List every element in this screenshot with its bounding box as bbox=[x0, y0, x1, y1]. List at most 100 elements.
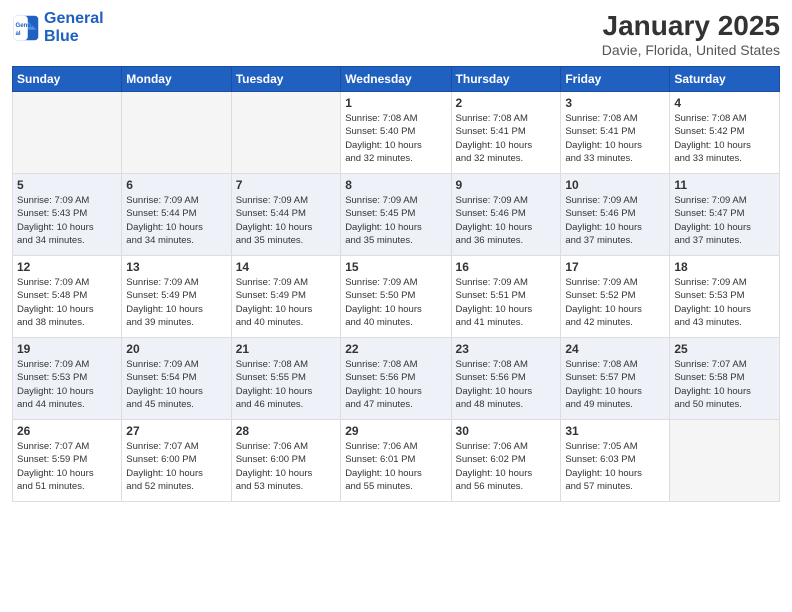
calendar-cell: 17 Sunrise: 7:09 AM Sunset: 5:52 PM Dayli… bbox=[561, 256, 670, 338]
day-number: 28 bbox=[236, 424, 337, 438]
svg-text:al: al bbox=[16, 30, 21, 37]
col-thursday: Thursday bbox=[451, 67, 561, 92]
calendar-cell: 14 Sunrise: 7:09 AM Sunset: 5:49 PM Dayli… bbox=[231, 256, 341, 338]
calendar-cell: 6Sunrise: 7:09 AM Sunset: 5:44 PM Daylig… bbox=[122, 174, 231, 256]
day-number: 20 bbox=[126, 342, 226, 356]
calendar-cell: 11Sunrise: 7:09 AM Sunset: 5:47 PM Dayli… bbox=[670, 174, 780, 256]
calendar-cell: 12 Sunrise: 7:09 AM Sunset: 5:48 PM Dayli… bbox=[13, 256, 122, 338]
day-number: 12 bbox=[17, 260, 117, 274]
calendar-cell: 15Sunrise: 7:09 AM Sunset: 5:50 PM Dayli… bbox=[341, 256, 451, 338]
day-number: 9 bbox=[456, 178, 557, 192]
day-info: Sunrise: 7:05 AM Sunset: 6:03 PM Dayligh… bbox=[565, 440, 665, 493]
calendar-cell: 5Sunrise: 7:09 AM Sunset: 5:43 PM Daylig… bbox=[13, 174, 122, 256]
day-number: 30 bbox=[456, 424, 557, 438]
day-number: 19 bbox=[17, 342, 117, 356]
day-info: Sunrise: 7:08 AM Sunset: 5:42 PM Dayligh… bbox=[674, 112, 775, 165]
calendar-cell: 20 Sunrise: 7:09 AM Sunset: 5:54 PM Dayli… bbox=[122, 338, 231, 420]
col-saturday: Saturday bbox=[670, 67, 780, 92]
calendar-cell: 27 Sunrise: 7:07 AM Sunset: 6:00 PM Dayli… bbox=[122, 420, 231, 502]
day-number: 7 bbox=[236, 178, 337, 192]
day-info: Sunrise: 7:09 AM Sunset: 5:43 PM Dayligh… bbox=[17, 194, 117, 247]
day-number: 27 bbox=[126, 424, 226, 438]
calendar-cell: 7 Sunrise: 7:09 AM Sunset: 5:44 PM Daylig… bbox=[231, 174, 341, 256]
day-number: 3 bbox=[565, 96, 665, 110]
calendar-week-1: 1Sunrise: 7:08 AM Sunset: 5:40 PM Daylig… bbox=[13, 92, 780, 174]
svg-text:Gener: Gener bbox=[16, 22, 34, 29]
day-info: Sunrise: 7:08 AM Sunset: 5:40 PM Dayligh… bbox=[345, 112, 446, 165]
day-number: 8 bbox=[345, 178, 446, 192]
col-wednesday: Wednesday bbox=[341, 67, 451, 92]
calendar-week-2: 5Sunrise: 7:09 AM Sunset: 5:43 PM Daylig… bbox=[13, 174, 780, 256]
day-number: 31 bbox=[565, 424, 665, 438]
calendar-cell: 10 Sunrise: 7:09 AM Sunset: 5:46 PM Dayli… bbox=[561, 174, 670, 256]
header: Gener al General Blue January 2025 Davie… bbox=[12, 10, 780, 58]
day-info: Sunrise: 7:09 AM Sunset: 5:53 PM Dayligh… bbox=[17, 358, 117, 411]
col-tuesday: Tuesday bbox=[231, 67, 341, 92]
day-info: Sunrise: 7:08 AM Sunset: 5:41 PM Dayligh… bbox=[565, 112, 665, 165]
logo-icon: Gener al bbox=[12, 14, 40, 42]
calendar-week-3: 12 Sunrise: 7:09 AM Sunset: 5:48 PM Dayli… bbox=[13, 256, 780, 338]
day-info: Sunrise: 7:09 AM Sunset: 5:50 PM Dayligh… bbox=[345, 276, 446, 329]
day-info: Sunrise: 7:09 AM Sunset: 5:46 PM Dayligh… bbox=[456, 194, 557, 247]
day-info: Sunrise: 7:08 AM Sunset: 5:41 PM Dayligh… bbox=[456, 112, 557, 165]
day-info: Sunrise: 7:09 AM Sunset: 5:54 PM Dayligh… bbox=[126, 358, 226, 411]
logo: Gener al General Blue bbox=[12, 10, 104, 45]
day-number: 2 bbox=[456, 96, 557, 110]
calendar-cell: 23Sunrise: 7:08 AM Sunset: 5:56 PM Dayli… bbox=[451, 338, 561, 420]
calendar-cell: 26 Sunrise: 7:07 AM Sunset: 5:59 PM Dayli… bbox=[13, 420, 122, 502]
day-info: Sunrise: 7:09 AM Sunset: 5:51 PM Dayligh… bbox=[456, 276, 557, 329]
day-info: Sunrise: 7:09 AM Sunset: 5:53 PM Dayligh… bbox=[674, 276, 775, 329]
day-info: Sunrise: 7:06 AM Sunset: 6:00 PM Dayligh… bbox=[236, 440, 337, 493]
col-monday: Monday bbox=[122, 67, 231, 92]
calendar-cell: 8 Sunrise: 7:09 AM Sunset: 5:45 PM Daylig… bbox=[341, 174, 451, 256]
calendar-cell bbox=[670, 420, 780, 502]
day-number: 16 bbox=[456, 260, 557, 274]
day-info: Sunrise: 7:07 AM Sunset: 5:59 PM Dayligh… bbox=[17, 440, 117, 493]
day-number: 14 bbox=[236, 260, 337, 274]
day-number: 29 bbox=[345, 424, 446, 438]
day-info: Sunrise: 7:09 AM Sunset: 5:44 PM Dayligh… bbox=[236, 194, 337, 247]
day-info: Sunrise: 7:09 AM Sunset: 5:49 PM Dayligh… bbox=[126, 276, 226, 329]
calendar-cell bbox=[122, 92, 231, 174]
col-friday: Friday bbox=[561, 67, 670, 92]
logo-text: General Blue bbox=[44, 10, 104, 45]
day-number: 17 bbox=[565, 260, 665, 274]
day-info: Sunrise: 7:06 AM Sunset: 6:02 PM Dayligh… bbox=[456, 440, 557, 493]
day-number: 21 bbox=[236, 342, 337, 356]
calendar-cell: 31 Sunrise: 7:05 AM Sunset: 6:03 PM Dayli… bbox=[561, 420, 670, 502]
calendar-cell: 25Sunrise: 7:07 AM Sunset: 5:58 PM Dayli… bbox=[670, 338, 780, 420]
day-info: Sunrise: 7:09 AM Sunset: 5:45 PM Dayligh… bbox=[345, 194, 446, 247]
col-sunday: Sunday bbox=[13, 67, 122, 92]
calendar-header-row: Sunday Monday Tuesday Wednesday Thursday… bbox=[13, 67, 780, 92]
day-info: Sunrise: 7:09 AM Sunset: 5:46 PM Dayligh… bbox=[565, 194, 665, 247]
day-number: 18 bbox=[674, 260, 775, 274]
calendar-cell bbox=[231, 92, 341, 174]
calendar-cell: 1Sunrise: 7:08 AM Sunset: 5:40 PM Daylig… bbox=[341, 92, 451, 174]
day-number: 26 bbox=[17, 424, 117, 438]
calendar-cell bbox=[13, 92, 122, 174]
day-number: 6 bbox=[126, 178, 226, 192]
calendar-week-4: 19 Sunrise: 7:09 AM Sunset: 5:53 PM Dayli… bbox=[13, 338, 780, 420]
calendar-week-5: 26 Sunrise: 7:07 AM Sunset: 5:59 PM Dayli… bbox=[13, 420, 780, 502]
calendar-cell: 2 Sunrise: 7:08 AM Sunset: 5:41 PM Daylig… bbox=[451, 92, 561, 174]
calendar-cell: 28 Sunrise: 7:06 AM Sunset: 6:00 PM Dayli… bbox=[231, 420, 341, 502]
day-info: Sunrise: 7:08 AM Sunset: 5:57 PM Dayligh… bbox=[565, 358, 665, 411]
day-info: Sunrise: 7:09 AM Sunset: 5:49 PM Dayligh… bbox=[236, 276, 337, 329]
day-info: Sunrise: 7:09 AM Sunset: 5:52 PM Dayligh… bbox=[565, 276, 665, 329]
day-number: 22 bbox=[345, 342, 446, 356]
calendar-table: Sunday Monday Tuesday Wednesday Thursday… bbox=[12, 66, 780, 502]
calendar-cell: 18 Sunrise: 7:09 AM Sunset: 5:53 PM Dayli… bbox=[670, 256, 780, 338]
day-info: Sunrise: 7:08 AM Sunset: 5:56 PM Dayligh… bbox=[345, 358, 446, 411]
title-block: January 2025 Davie, Florida, United Stat… bbox=[602, 10, 780, 58]
day-number: 25 bbox=[674, 342, 775, 356]
day-info: Sunrise: 7:07 AM Sunset: 6:00 PM Dayligh… bbox=[126, 440, 226, 493]
day-number: 4 bbox=[674, 96, 775, 110]
calendar-cell: 4 Sunrise: 7:08 AM Sunset: 5:42 PM Daylig… bbox=[670, 92, 780, 174]
day-number: 10 bbox=[565, 178, 665, 192]
day-info: Sunrise: 7:09 AM Sunset: 5:48 PM Dayligh… bbox=[17, 276, 117, 329]
day-number: 11 bbox=[674, 178, 775, 192]
page-container: Gener al General Blue January 2025 Davie… bbox=[0, 0, 792, 510]
calendar-cell: 29Sunrise: 7:06 AM Sunset: 6:01 PM Dayli… bbox=[341, 420, 451, 502]
day-number: 13 bbox=[126, 260, 226, 274]
calendar-cell: 19 Sunrise: 7:09 AM Sunset: 5:53 PM Dayli… bbox=[13, 338, 122, 420]
